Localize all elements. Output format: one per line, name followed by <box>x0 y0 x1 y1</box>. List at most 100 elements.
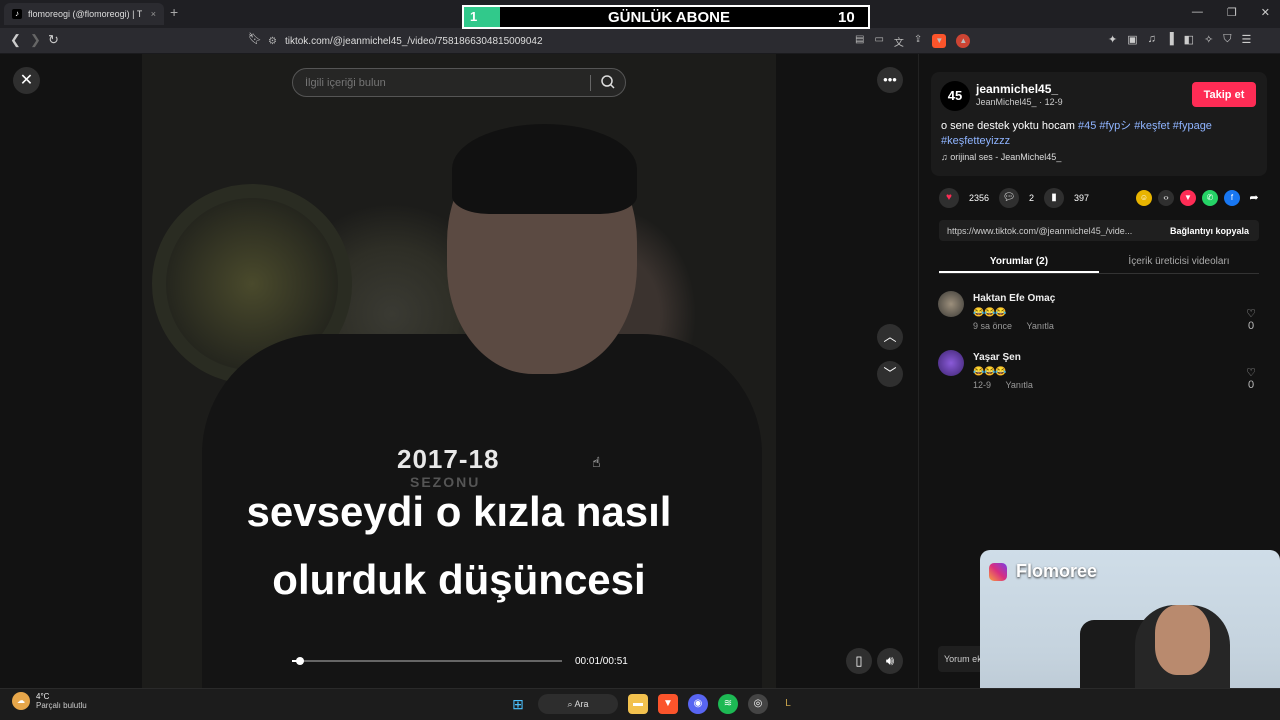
volume-button[interactable]: 🔊︎ <box>877 648 903 674</box>
close-video-button[interactable]: ✕ <box>13 67 40 94</box>
forward-icon[interactable]: ❯ <box>30 32 41 48</box>
comment-author[interactable]: Haktan Efe Omaç <box>973 293 1055 304</box>
copy-link-button[interactable]: Bağlantıyı kopyala <box>1160 226 1259 236</box>
weather-temp: 4°C <box>36 692 50 701</box>
bookmark-save-icon[interactable]: ▮ <box>1044 188 1065 208</box>
post-description: o sene destek yoktu hocam #45 #fypシ #keş… <box>941 119 1241 149</box>
progress-track[interactable] <box>292 660 562 662</box>
comment-avatar[interactable] <box>938 350 964 376</box>
menu-icon[interactable]: ☰ <box>1242 33 1252 46</box>
whatsapp-icon[interactable]: ✆ <box>1202 190 1218 206</box>
spotify-icon[interactable]: ≋ <box>718 694 738 714</box>
creator-subline: JeanMichel45_ · 12-9 <box>976 97 1063 107</box>
comment-author[interactable]: Yaşar Şen <box>973 352 1021 363</box>
new-tab-button[interactable]: + <box>170 4 178 20</box>
creator-display-name: JeanMichel45_ <box>976 97 1037 107</box>
comment-like-count: 0 <box>1248 320 1255 332</box>
address-bar: ❮ ❯ ↻ 🔖︎ ⚙︎ tiktok.com/@jeanmichel45_/vi… <box>0 28 1280 54</box>
file-explorer-icon[interactable]: ▬ <box>628 694 648 714</box>
brave-rewards-icon[interactable]: ▲ <box>956 34 971 48</box>
weather-text: 4°C Parçalı bulutlu <box>36 692 87 710</box>
wallet-icon[interactable]: ◧ <box>1184 33 1194 46</box>
window-controls: — ❐ ✕ <box>1192 6 1270 19</box>
tab-close-icon[interactable]: × <box>151 9 156 19</box>
minimize-icon[interactable]: — <box>1192 6 1203 19</box>
brave-browser-icon[interactable]: ▼ <box>658 694 678 714</box>
video-time: 00:01/00:51 <box>575 656 628 667</box>
hashtag[interactable]: #45 <box>1078 120 1096 132</box>
league-client-icon[interactable]: L <box>778 694 798 714</box>
comment-meta: 9 sa önce Yanıtla <box>973 321 1054 331</box>
close-window-icon[interactable]: ✕ <box>1261 6 1270 19</box>
discord-icon[interactable]: ◉ <box>688 694 708 714</box>
emoji-share-icon[interactable]: ☺ <box>1136 190 1152 206</box>
taskbar-search[interactable]: ⌕ Ara <box>538 694 618 714</box>
previous-video-button[interactable]: ︿ <box>877 324 903 350</box>
cast-icon[interactable]: ▭ <box>874 34 883 49</box>
back-icon[interactable]: ❮ <box>10 32 21 48</box>
more-share-icon[interactable]: ➦ <box>1246 190 1262 206</box>
bookmark-icon[interactable]: 🔖︎ <box>248 32 262 45</box>
counter-title: GÜNLÜK ABONE <box>608 8 730 26</box>
hashtag[interactable]: #keşfetteyizzz <box>941 135 1010 147</box>
site-info-icon[interactable]: ⚙︎ <box>268 36 277 47</box>
vpn-icon[interactable]: ⛉ <box>1223 33 1231 46</box>
weather-widget[interactable]: ☁ 4°C Parçalı bulutlu <box>12 692 87 710</box>
follow-button[interactable]: Takip et <box>1192 82 1256 107</box>
reader-mode-icon[interactable]: ▤ <box>855 34 864 49</box>
streamer-name: Flomoree <box>1016 561 1098 581</box>
translate-icon[interactable]: 文 <box>894 34 904 49</box>
comment-heart-icon[interactable]: ♡ <box>1246 307 1256 320</box>
creator-username[interactable]: jeanmichel45_ <box>976 82 1058 96</box>
tab-comments[interactable]: Yorumlar (2) <box>939 252 1099 273</box>
related-search-box[interactable] <box>292 68 626 97</box>
like-count: 2356 <box>969 193 990 203</box>
music-info[interactable]: ♫ orijinal ses - JeanMichel45_ <box>941 152 1061 162</box>
weather-condition: Parçalı bulutlu <box>36 701 87 710</box>
leo-ai-icon[interactable]: ✧ <box>1204 33 1213 46</box>
picture-in-picture-button[interactable]: ▯ <box>846 648 872 674</box>
mouse-cursor: ☝︎ <box>592 454 601 470</box>
video-person-hair <box>452 124 637 214</box>
post-actions: ♥ 2356 💬︎ 2 ▮ 397 <box>939 188 1089 208</box>
embed-icon[interactable]: ‹› <box>1158 190 1174 206</box>
reload-icon[interactable]: ↻ <box>48 32 59 48</box>
music-note-icon: ♫ <box>941 152 951 162</box>
brave-shield-icon[interactable]: ▼ <box>932 34 947 48</box>
comment-heart-icon[interactable]: ♡ <box>1246 366 1256 379</box>
comment-icon[interactable]: 💬︎ <box>999 188 1020 208</box>
extensions-icon[interactable]: ✦ <box>1108 33 1117 46</box>
hashtag[interactable]: #keşfet <box>1134 120 1169 132</box>
hashtag[interactable]: #fypシ <box>1099 120 1131 132</box>
search-icon[interactable] <box>600 74 616 90</box>
search-icon: ⌕ <box>567 699 575 709</box>
reply-button[interactable]: Yanıtla <box>1027 321 1054 331</box>
browser-tab[interactable]: ♪ flomoreogi (@flomoreogi) | T × <box>4 3 164 25</box>
more-options-button[interactable]: ••• <box>877 67 903 93</box>
windows-start-icon[interactable]: ⊞ <box>508 694 528 714</box>
media-icon[interactable]: ♫ <box>1148 33 1156 46</box>
hashtag[interactable]: #fypage <box>1173 120 1212 132</box>
heart-icon[interactable]: ♥ <box>939 188 959 208</box>
url-actions: ▤ ▭ 文 ⇪ ▼ ▲ <box>855 34 971 49</box>
obs-icon[interactable]: ◎ <box>748 694 768 714</box>
tab-creator-videos[interactable]: İçerik üreticisi videoları <box>1099 252 1259 273</box>
comment-like[interactable]: ♡ 0 <box>1246 307 1256 332</box>
extension-icons: ✦ ▣ ♫ ▐ ◧ ✧ ⛉ ☰ <box>1108 33 1251 46</box>
save-count: 397 <box>1074 193 1090 203</box>
streamer-head <box>1155 605 1210 675</box>
next-video-button[interactable]: ﹀ <box>877 361 903 387</box>
screenshot-icon[interactable]: ▣ <box>1127 33 1137 46</box>
creator-avatar[interactable]: 45 <box>940 81 970 111</box>
send-to-friends-icon[interactable]: ▼ <box>1180 190 1196 206</box>
sidebar-icon[interactable]: ▐ <box>1166 33 1174 46</box>
related-search-input[interactable] <box>305 76 585 89</box>
comment-like[interactable]: ♡ 0 <box>1246 366 1256 391</box>
comment-avatar[interactable] <box>938 291 964 317</box>
reply-button[interactable]: Yanıtla <box>1006 380 1033 390</box>
share-page-icon[interactable]: ⇪ <box>914 34 922 49</box>
taskbar-search-label: Ara <box>574 699 589 709</box>
maximize-icon[interactable]: ❐ <box>1227 6 1237 19</box>
facebook-icon[interactable]: f <box>1224 190 1240 206</box>
music-title: orijinal ses - JeanMichel45_ <box>950 152 1062 162</box>
